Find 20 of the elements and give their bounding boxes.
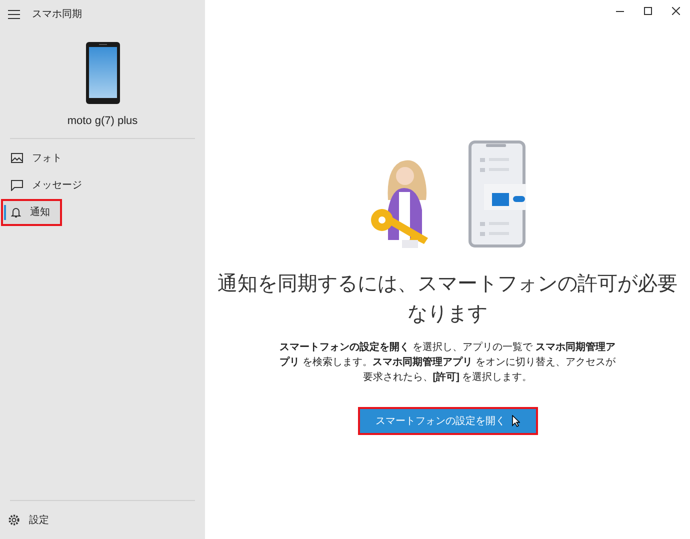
close-icon — [672, 7, 680, 15]
phone-drawing — [86, 42, 120, 104]
heading-line: なります — [408, 300, 488, 327]
open-phone-settings-button[interactable]: スマートフォンの設定を開く — [360, 409, 536, 433]
chat-bubble-icon — [11, 180, 23, 190]
nav-item[interactable]: 通知 — [1, 198, 62, 226]
bell-icon — [11, 206, 21, 218]
nav-item[interactable]: フォト — [1, 144, 74, 172]
heading-line: 通知を同期するには、スマートフォンの許可が必要 — [218, 270, 678, 297]
device-name: moto g(7) plus — [67, 114, 138, 129]
window-title: スマホ同期 — [32, 8, 82, 22]
cursor-icon — [512, 415, 520, 427]
maximize-icon — [644, 7, 652, 15]
settings-icon — [8, 514, 20, 526]
photo-icon — [11, 153, 23, 163]
settings-item[interactable]: 設定 — [0, 501, 205, 539]
menu-icon[interactable] — [8, 10, 20, 18]
instructions-text: スマートフォンの設定を開く を選択し、アプリの一覧で スマホ同期管理アプリ を検索します。スマホ同期管理アプリ をオンに切り替え、アクセスが要求されたら、[許可] を選択します。 — [278, 340, 616, 385]
minimize-icon — [616, 10, 624, 12]
nav-item[interactable]: メッセージ — [1, 172, 94, 198]
